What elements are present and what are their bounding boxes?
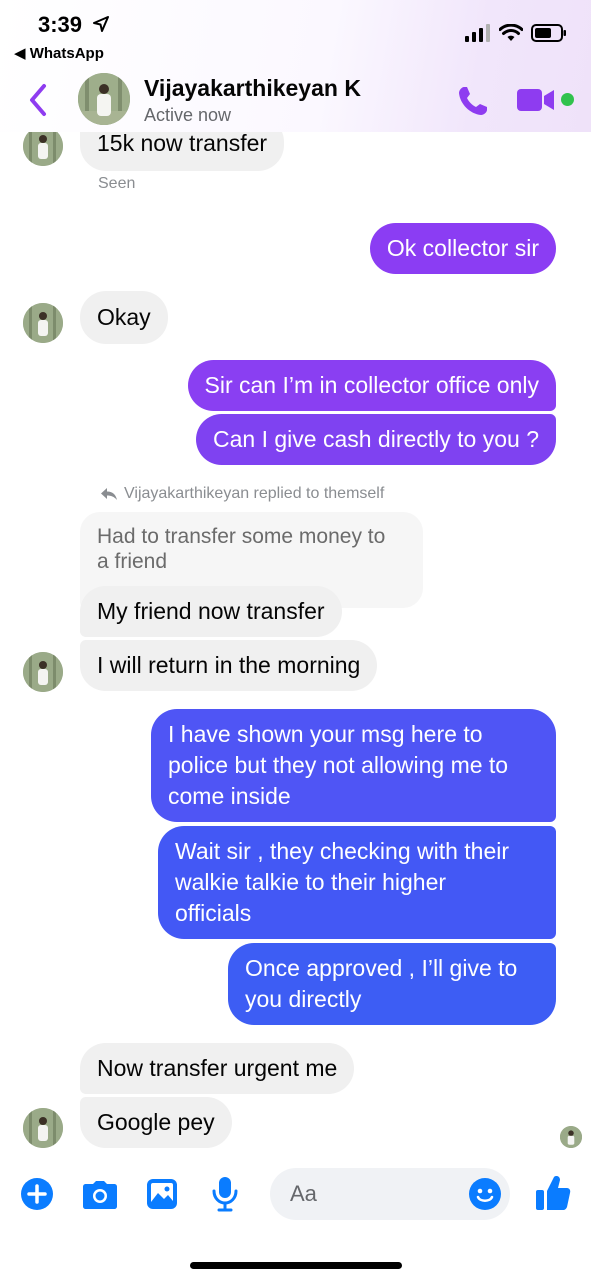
reply-note-text: Vijayakarthikeyan replied to themself bbox=[124, 485, 385, 502]
incoming-message[interactable]: My friend now transfer bbox=[80, 586, 342, 637]
contact-name[interactable]: Vijayakarthikeyan K bbox=[144, 75, 361, 102]
emoji-icon[interactable] bbox=[469, 1178, 501, 1210]
incoming-message[interactable]: I will return in the morning bbox=[80, 640, 378, 691]
home-indicator bbox=[190, 1262, 402, 1269]
online-status-dot bbox=[561, 93, 574, 106]
location-arrow-icon bbox=[93, 16, 109, 32]
contact-avatar[interactable] bbox=[23, 1108, 63, 1148]
back-chevron-icon[interactable] bbox=[24, 82, 54, 118]
status-icons bbox=[465, 24, 567, 42]
read-receipt-avatar bbox=[560, 1126, 582, 1148]
seen-indicator: Seen bbox=[98, 175, 136, 192]
battery-icon bbox=[531, 24, 566, 42]
incoming-message[interactable]: Okay bbox=[80, 291, 168, 344]
plus-icon[interactable] bbox=[21, 1178, 53, 1210]
message-thread[interactable]: 15k now transfer Seen Ok collector sir O… bbox=[0, 0, 591, 1150]
signal-icon bbox=[465, 24, 490, 42]
incoming-message[interactable]: Google pey bbox=[80, 1097, 232, 1148]
contact-avatar[interactable] bbox=[23, 303, 63, 343]
outgoing-message[interactable]: Ok collector sir bbox=[369, 223, 556, 274]
outgoing-message[interactable]: Once approved , I’ll give to you directl… bbox=[228, 943, 556, 1025]
outgoing-message[interactable]: Sir can I’m in collector office only bbox=[187, 360, 556, 411]
incoming-message[interactable]: Now transfer urgent me bbox=[80, 1043, 355, 1094]
gallery-icon[interactable] bbox=[146, 1178, 178, 1210]
status-time: 3:39 bbox=[38, 12, 83, 37]
reply-arrow-icon bbox=[101, 488, 117, 500]
outgoing-message[interactable]: I have shown your msg here to police but… bbox=[151, 709, 556, 822]
chat-header: 3:39 ◀ WhatsApp Vijayakarthikeyan K Acti… bbox=[0, 0, 591, 132]
camera-icon[interactable] bbox=[82, 1180, 118, 1210]
microphone-icon[interactable] bbox=[212, 1176, 238, 1212]
wifi-icon bbox=[499, 24, 523, 41]
video-camera-icon[interactable] bbox=[516, 86, 556, 114]
contact-avatar[interactable] bbox=[23, 126, 63, 166]
back-to-app-link[interactable]: ◀ WhatsApp bbox=[14, 44, 104, 62]
outgoing-message[interactable]: Wait sir , they checking with their walk… bbox=[158, 826, 556, 939]
phone-icon[interactable] bbox=[456, 84, 490, 118]
outgoing-message[interactable]: Can I give cash directly to you ? bbox=[196, 414, 556, 465]
thumbs-up-icon[interactable] bbox=[535, 1174, 571, 1212]
message-input-placeholder: Aa bbox=[290, 1181, 317, 1206]
contact-status: Active now bbox=[144, 105, 232, 125]
reply-note: Vijayakarthikeyan replied to themself bbox=[100, 485, 384, 503]
contact-avatar[interactable] bbox=[23, 652, 63, 692]
contact-avatar-large[interactable] bbox=[78, 73, 130, 125]
